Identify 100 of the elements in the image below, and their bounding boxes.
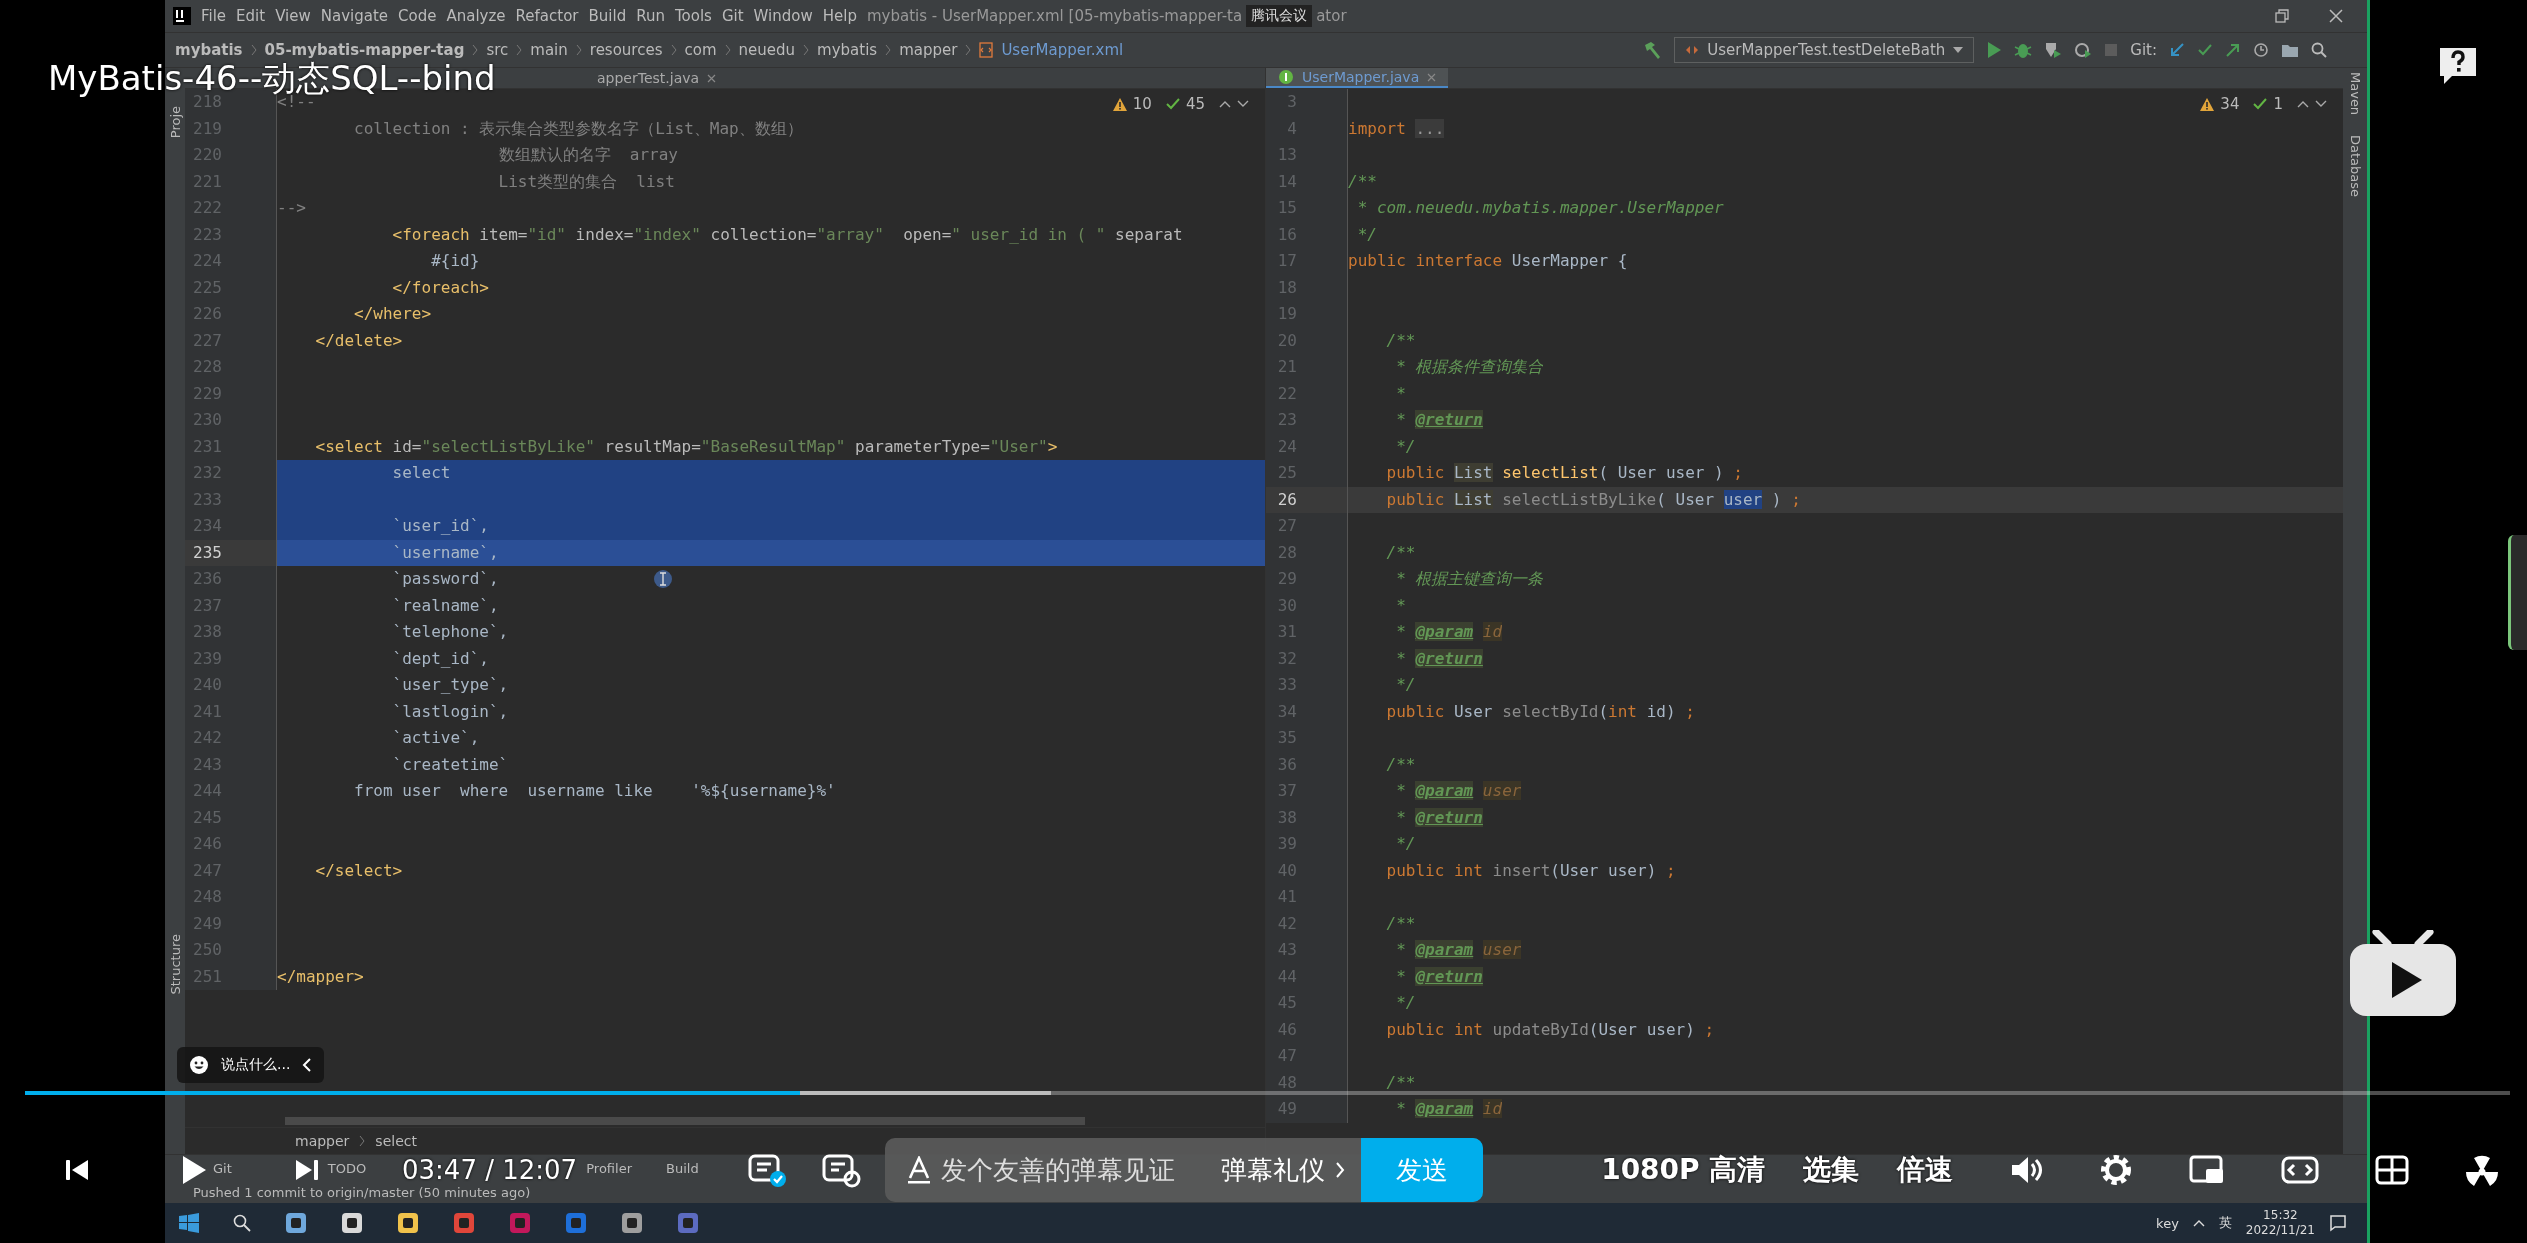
menu-item[interactable]: Tools <box>674 7 712 25</box>
coverage-icon[interactable] <box>2044 41 2063 59</box>
next-icon[interactable] <box>294 1157 320 1183</box>
scrollbar-thumb[interactable] <box>285 1117 1085 1125</box>
code-line: </foreach> <box>391 276 489 299</box>
tv-play-icon[interactable] <box>2348 930 2458 1018</box>
app-icon[interactable] <box>621 1212 643 1234</box>
breadcrumb-item[interactable]: neuedu <box>738 41 796 59</box>
breadcrumb-item[interactable]: com <box>684 41 717 59</box>
tool-window-tab[interactable]: Database <box>2347 135 2363 198</box>
down-chevron-icon[interactable] <box>2315 100 2327 108</box>
speed-button[interactable]: 倍速 <box>1897 1151 1954 1189</box>
web-fullscreen-icon[interactable] <box>2375 1154 2410 1186</box>
bug-icon[interactable] <box>2014 41 2033 59</box>
commit-check-icon[interactable] <box>2197 42 2213 58</box>
input-method-label[interactable]: 英 <box>2218 1214 2232 1232</box>
breadcrumb-item[interactable]: 05-mybatis-mapper-tag <box>264 41 465 59</box>
menu-item[interactable]: Help <box>822 7 857 25</box>
app-logo-icon <box>173 7 191 25</box>
tool-window-tab[interactable]: Proje <box>167 106 183 139</box>
run-icon[interactable] <box>1986 41 2003 59</box>
previous-icon[interactable] <box>64 1157 90 1183</box>
settings-icon[interactable] <box>2099 1153 2134 1187</box>
code-line: public interface UserMapper { <box>1348 250 1628 272</box>
breadcrumb-item[interactable]: mybatis <box>175 41 243 59</box>
menu-item[interactable]: Build <box>588 7 627 25</box>
danmaku-input-field[interactable]: 发个友善的弹幕见证 弹幕礼仪 发送 <box>885 1138 1484 1202</box>
breadcrumb-item[interactable]: select <box>375 1133 417 1149</box>
danmaku-on-icon[interactable] <box>747 1152 788 1188</box>
radiation-icon[interactable] <box>2465 1153 2500 1187</box>
menu-item[interactable]: Git <box>721 7 744 25</box>
chat-bubble[interactable]: 说点什么... <box>177 1047 325 1083</box>
warning-count: 10 <box>1132 95 1152 113</box>
menu-item[interactable]: Window <box>753 7 813 25</box>
up-chevron-icon[interactable] <box>1219 100 1231 108</box>
widescreen-icon[interactable] <box>2281 1155 2320 1185</box>
close-icon[interactable] <box>2329 9 2343 23</box>
code-line: `telephone`, <box>391 621 509 643</box>
menu-item[interactable]: Navigate <box>320 7 389 25</box>
episodes-button[interactable]: 选集 <box>1803 1151 1860 1189</box>
menu-item[interactable]: Edit <box>236 7 266 25</box>
app-icon[interactable] <box>341 1212 363 1234</box>
tool-window-tab[interactable]: Maven <box>2347 72 2363 116</box>
profiler-icon[interactable] <box>2074 41 2093 59</box>
tool-window-tab[interactable]: Structure <box>167 933 183 994</box>
menu-item[interactable]: View <box>275 7 311 25</box>
push-arrow-icon[interactable] <box>2225 42 2241 58</box>
interface-icon <box>1278 69 1294 85</box>
update-arrow-icon[interactable] <box>2169 42 2185 58</box>
menu-item[interactable]: Code <box>398 7 437 25</box>
tool-window-button[interactable]: TODO <box>327 1160 367 1176</box>
search-icon[interactable] <box>2311 42 2327 58</box>
menu-item[interactable]: Run <box>636 7 665 25</box>
etiquette-link[interactable]: 弹幕礼仪 <box>1221 1152 1326 1188</box>
code-line: 数组默认的名字 array <box>497 144 678 166</box>
code-line: * <box>1395 594 1406 617</box>
side-handle[interactable] <box>2508 535 2527 650</box>
progress-track[interactable] <box>25 1091 2510 1095</box>
folder-icon[interactable] <box>2281 42 2299 58</box>
down-chevron-icon[interactable] <box>1237 100 1249 108</box>
notification-icon[interactable] <box>2329 1214 2347 1232</box>
tool-window-button[interactable]: Build <box>666 1160 699 1176</box>
history-icon[interactable] <box>2253 42 2269 58</box>
tool-window-button[interactable]: Profiler <box>586 1160 632 1176</box>
tool-window-button[interactable]: Git <box>213 1160 232 1176</box>
restore-icon[interactable] <box>2275 9 2289 23</box>
volume-icon[interactable] <box>2009 1154 2044 1186</box>
menu-item[interactable]: Analyze <box>446 7 506 25</box>
close-icon[interactable] <box>707 73 717 83</box>
status-message: Pushed 1 commit to origin/master (50 minutes ago) <box>193 1184 531 1200</box>
app-icon[interactable] <box>397 1212 419 1234</box>
breadcrumb-item[interactable]: main <box>530 41 568 59</box>
run-config-dropdown[interactable]: UserMapperTest.testDeleteBath <box>1674 37 1975 63</box>
chevron-icon <box>250 44 257 56</box>
danmaku-settings-icon[interactable] <box>821 1152 862 1188</box>
picture-in-picture-icon[interactable] <box>2189 1154 2226 1186</box>
code-line: */ <box>1395 992 1416 1014</box>
code-line: </where> <box>353 303 432 325</box>
search-icon[interactable] <box>233 1214 251 1232</box>
editor-tab[interactable]: apperTest.java <box>585 68 729 88</box>
chevron-icon <box>575 44 582 56</box>
up-chevron-icon[interactable] <box>2297 100 2309 108</box>
code-line: import ... <box>1348 117 1445 140</box>
quality-button[interactable]: 1080P 高清 <box>1601 1151 1766 1189</box>
menu-item[interactable]: Refactor <box>515 7 579 25</box>
font-style-icon <box>907 1156 932 1184</box>
breadcrumb-item[interactable]: mapper <box>899 41 958 59</box>
windows-start-icon[interactable] <box>179 1213 199 1233</box>
breadcrumb-item[interactable]: UserMapper.xml <box>1001 41 1124 59</box>
breadcrumb-item[interactable]: mapper <box>295 1133 350 1149</box>
meeting-label: 腾讯会议 <box>1246 5 1313 27</box>
play-icon[interactable] <box>180 1154 208 1186</box>
breadcrumb-item[interactable]: resources <box>589 41 663 59</box>
warning-count: 34 <box>2220 95 2240 113</box>
hammer-icon[interactable] <box>1642 41 1663 59</box>
code-line: */ <box>1356 223 1377 246</box>
menu-item[interactable]: File <box>201 7 227 25</box>
app-icon[interactable] <box>285 1212 307 1234</box>
breadcrumb-item[interactable]: mybatis <box>817 41 878 59</box>
breadcrumb-item[interactable]: src <box>486 41 509 59</box>
